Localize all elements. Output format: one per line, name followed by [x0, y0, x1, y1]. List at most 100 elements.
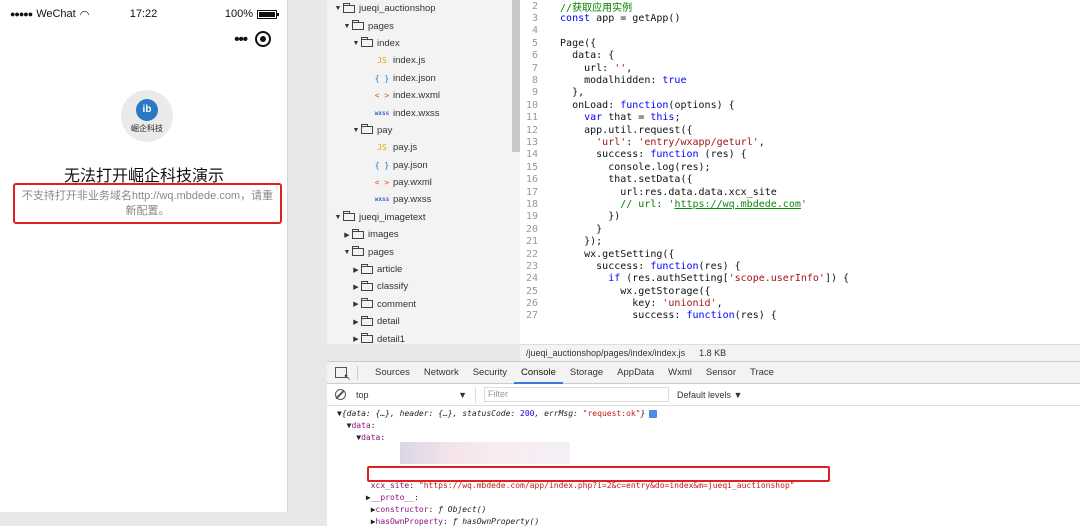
code-line[interactable]: 13 'url': 'entry/wxapp/geturl', [520, 136, 1080, 148]
code-line[interactable]: 17 url:res.data.data.xcx_site [520, 186, 1080, 198]
log-levels-dropdown[interactable]: Default levels ▼ [677, 390, 742, 400]
code-line[interactable]: 2 //获取应用实例 [520, 0, 1080, 14]
code-line[interactable]: 5 Page({ [520, 37, 1080, 49]
tree-item[interactable]: JS index.js [327, 52, 520, 69]
code-line[interactable]: 19 }) [520, 211, 1080, 223]
code-line[interactable]: 18 // url: ' https://wq.mbdede.com ' [520, 198, 1080, 210]
tab-appdata[interactable]: AppData [610, 362, 661, 384]
console-token: : [380, 433, 386, 442]
code-editor[interactable]: 2 //获取应用实例 3 const app = getApp() 4 5 Page(… [520, 0, 1080, 344]
code-token: Page({ [548, 37, 597, 49]
code-token: that = [602, 112, 651, 124]
tree-item[interactable]: ▶ classify [327, 278, 520, 295]
tab-network[interactable]: Network [417, 362, 466, 384]
folder-icon [352, 228, 364, 239]
tab-sensor[interactable]: Sensor [699, 362, 743, 384]
tree-item[interactable]: ▼ jueqi_auctionshop [327, 0, 520, 17]
tree-item[interactable]: ▶ images [327, 226, 520, 243]
code-line[interactable]: 14 success: function (res) { [520, 149, 1080, 161]
chevron-down-icon[interactable]: ▼ [333, 5, 343, 12]
code-token: url:res.data.data.xcx_site [548, 186, 777, 198]
console-token: data [361, 433, 381, 442]
tab-trace[interactable]: Trace [743, 362, 781, 384]
tree-item[interactable]: wxss index.wxss [327, 104, 520, 121]
console-line: ▶ hasOwnProperty: ƒ hasOwnProperty() [337, 516, 1077, 526]
clear-console-icon[interactable] [335, 389, 346, 400]
code-line[interactable]: 20 } [520, 223, 1080, 235]
tree-item[interactable]: ▶ article [327, 261, 520, 278]
code-token: that.setData({ [548, 174, 693, 186]
tree-item[interactable]: wxss pay.wxss [327, 191, 520, 208]
context-select[interactable]: top ▼ [356, 386, 476, 403]
close-capsule-icon[interactable] [255, 31, 271, 47]
code-line[interactable]: 15 console.log(res); [520, 161, 1080, 173]
chevron-right-icon[interactable]: ▶ [351, 335, 361, 343]
tree-item[interactable]: ▼ index [327, 35, 520, 52]
code-line[interactable]: 25 wx.getStorage({ [520, 285, 1080, 297]
tree-item[interactable]: { } index.json [327, 70, 520, 87]
chevron-down-icon[interactable]: ▼ [351, 127, 361, 134]
code-line[interactable]: 24 if (res.authSetting['scope.userInfo']… [520, 273, 1080, 285]
code-line[interactable]: 7 url: '', [520, 62, 1080, 74]
tab-console[interactable]: Console [514, 362, 563, 384]
console-token: ƒ hasOwnProperty() [452, 517, 540, 526]
line-number: 23 [525, 260, 538, 272]
chevron-down-icon[interactable]: ▼ [342, 23, 352, 30]
chevron-right-icon[interactable]: ▶ [351, 283, 361, 291]
tree-item[interactable]: ▼ pages [327, 17, 520, 34]
console-token: __proto__ [370, 493, 415, 502]
console-line[interactable]: ▼ {data: {…}, header: {…}, statusCode: 20… [337, 408, 1077, 420]
tree-item[interactable]: ▶ detail1 [327, 330, 520, 344]
chevron-right-icon[interactable]: ▶ [342, 231, 352, 239]
tree-scrollbar[interactable] [512, 0, 520, 152]
tree-item[interactable]: ▼ pay [327, 122, 520, 139]
tree-item-label: detail1 [377, 333, 405, 344]
line-number: 6 [531, 50, 538, 62]
tree-item[interactable]: < > index.wxml [327, 87, 520, 104]
chevron-down-icon[interactable]: ▼ [333, 214, 343, 221]
folder-icon [352, 246, 364, 257]
code-line[interactable]: 10 onLoad: function (options) { [520, 99, 1080, 111]
code-token: if [548, 273, 621, 285]
code-line[interactable]: 26 key: 'unionid', [520, 297, 1080, 309]
code-line[interactable]: 12 app.util.request({ [520, 124, 1080, 136]
chevron-right-icon[interactable]: ▶ [351, 266, 361, 274]
code-line[interactable]: 21 }); [520, 235, 1080, 247]
tree-item[interactable]: ▼ pages [327, 243, 520, 260]
tab-sources[interactable]: Sources [368, 362, 417, 384]
tree-item[interactable]: ▶ detail [327, 313, 520, 330]
tree-item[interactable]: JS pay.js [327, 139, 520, 156]
tree-item[interactable]: ▶ comment [327, 296, 520, 313]
code-line[interactable]: 3 const app = getApp() [520, 12, 1080, 24]
tree-item-label: pay.wxml [393, 177, 432, 189]
more-menu-icon[interactable]: ••• [234, 31, 248, 48]
code-token: (res) { [698, 260, 741, 272]
code-line[interactable]: 23 success: function (res) { [520, 260, 1080, 272]
chevron-down-icon[interactable]: ▼ [351, 40, 361, 47]
tab-storage[interactable]: Storage [563, 362, 610, 384]
line-number: 12 [525, 124, 538, 136]
tree-item-label: pay.wxss [393, 194, 432, 206]
filter-input[interactable]: Filter [484, 387, 669, 402]
inspect-element-icon[interactable] [335, 367, 351, 383]
tree-item[interactable]: { } pay.json [327, 157, 520, 174]
chevron-right-icon[interactable]: ▶ [351, 300, 361, 308]
tab-wxml[interactable]: Wxml [661, 362, 699, 384]
code-line[interactable]: 9 }, [520, 87, 1080, 99]
code-line[interactable]: 4 [520, 25, 1080, 37]
code-line[interactable]: 22 wx.getSetting({ [520, 248, 1080, 260]
chevron-right-icon[interactable]: ▶ [351, 318, 361, 326]
code-line[interactable]: 11 var that = this; [520, 112, 1080, 124]
console-token: constructor [375, 505, 429, 514]
tree-item[interactable]: < > pay.wxml [327, 174, 520, 191]
code-token: 'entry/wxapp/geturl' [638, 136, 759, 148]
tree-item[interactable]: ▼ jueqi_imagetext [327, 209, 520, 226]
chevron-down-icon[interactable]: ▼ [342, 249, 352, 256]
tab-security[interactable]: Security [466, 362, 514, 384]
code-line[interactable]: 8 modalhidden: true [520, 74, 1080, 86]
code-line[interactable]: 27 success: function (res) { [520, 310, 1080, 322]
console-token: hasOwnProperty [375, 517, 443, 526]
code-line[interactable]: 6 data: { [520, 50, 1080, 62]
code-line[interactable]: 16 that.setData({ [520, 173, 1080, 185]
console-token: : [428, 505, 439, 514]
